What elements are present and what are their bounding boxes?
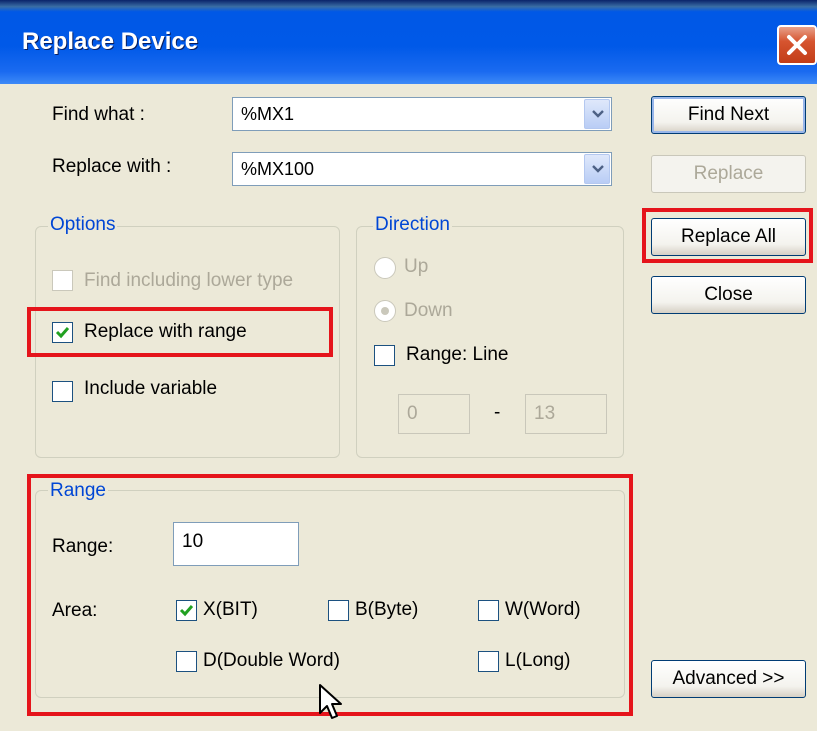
find-lower-type-checkbox[interactable] <box>52 270 73 291</box>
replace-with-range-label: Replace with range <box>84 321 247 342</box>
direction-group-title: Direction <box>373 214 452 236</box>
down-radio[interactable] <box>374 300 396 322</box>
replace-with-range-checkbox[interactable] <box>52 322 73 343</box>
include-variable-label: Include variable <box>84 378 218 399</box>
area-byte-checkbox[interactable] <box>328 600 349 621</box>
advanced-button[interactable]: Advanced >> <box>651 660 806 698</box>
chevron-down-icon <box>592 165 604 173</box>
line-to-value: 13 <box>534 403 556 424</box>
checkmark-icon <box>55 327 70 339</box>
down-label: Down <box>404 300 453 321</box>
up-label: Up <box>404 256 429 277</box>
find-lower-type-label: Find including lower type <box>84 270 294 291</box>
area-word-checkbox[interactable] <box>478 600 499 621</box>
range-input[interactable]: 10 <box>173 522 299 566</box>
area-label: Area: <box>52 600 98 621</box>
title-bar[interactable]: Replace Device <box>0 0 817 84</box>
find-dropdown-button[interactable] <box>584 99 610 129</box>
range-line-label: Range: Line <box>406 344 509 365</box>
replace-with-label: Replace with : <box>52 156 172 177</box>
mouse-cursor-icon <box>318 683 344 728</box>
replace-dropdown-button[interactable] <box>584 154 610 184</box>
include-variable-checkbox[interactable] <box>52 381 73 402</box>
replace-device-dialog: Replace Device Find what : %MX1 Replace … <box>0 0 817 731</box>
range-value-label: Range: <box>52 536 114 557</box>
line-from-input[interactable]: 0 <box>398 394 470 434</box>
area-dword-checkbox[interactable] <box>176 651 197 672</box>
line-from-value: 0 <box>407 403 418 424</box>
area-xbit-checkbox[interactable] <box>176 600 197 621</box>
options-group-title: Options <box>48 214 118 236</box>
checkmark-icon <box>179 605 194 617</box>
close-button[interactable]: Close <box>651 276 806 314</box>
area-xbit-label: X(BIT) <box>203 599 258 620</box>
find-what-combo[interactable]: %MX1 <box>232 97 612 131</box>
find-next-button[interactable]: Find Next <box>651 96 806 134</box>
area-byte-label: B(Byte) <box>355 599 419 620</box>
range-line-checkbox[interactable] <box>374 345 395 366</box>
area-long-label: L(Long) <box>505 650 571 671</box>
area-dword-label: D(Double Word) <box>203 650 340 671</box>
close-window-button[interactable] <box>777 25 817 65</box>
chevron-down-icon <box>592 110 604 118</box>
up-radio[interactable] <box>374 257 396 279</box>
find-what-label: Find what : <box>52 104 145 125</box>
area-long-checkbox[interactable] <box>478 651 499 672</box>
replace-with-combo[interactable]: %MX100 <box>232 152 612 186</box>
window-title: Replace Device <box>22 28 199 55</box>
replace-button[interactable]: Replace <box>651 155 806 193</box>
replace-all-button[interactable]: Replace All <box>651 218 806 256</box>
line-separator: - <box>494 402 501 423</box>
area-word-label: W(Word) <box>505 599 581 620</box>
find-what-value: %MX1 <box>241 104 295 124</box>
replace-with-value: %MX100 <box>241 159 315 179</box>
range-input-value: 10 <box>182 531 204 552</box>
line-to-input[interactable]: 13 <box>525 394 607 434</box>
range-group-title: Range <box>48 480 108 502</box>
